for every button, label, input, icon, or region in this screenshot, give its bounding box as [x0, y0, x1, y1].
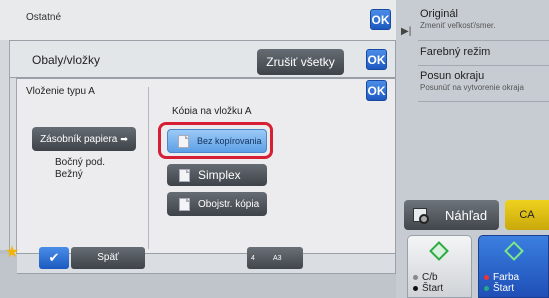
obaly-title: Obaly/vložky [32, 53, 101, 67]
paper-type: Bežný [55, 169, 83, 180]
insert-type-a-dialog: Vloženie typu A OK Zásobník papiera ➡ Bo… [17, 78, 396, 254]
bw-label-line1: C/b [422, 272, 438, 283]
tray-size: A3 [273, 255, 282, 262]
dot-icon [413, 286, 418, 291]
ok-label: OK [371, 12, 390, 27]
original-title: Originál [420, 8, 458, 20]
original-setting[interactable]: Originál Zmeniť veľkosť/smer. [418, 8, 549, 41]
margin-shift-subtitle: Posunúť na vytvorenie okraja [420, 83, 524, 92]
ostatne-title: Ostatné [26, 12, 62, 23]
margin-shift-setting[interactable]: Posun okraju Posunúť na vytvorenie okraj… [418, 70, 549, 102]
preview-label: Náhľad [445, 207, 488, 223]
tray-status: 4 A3 [247, 247, 303, 269]
original-subtitle: Zmeniť veľkosť/smer. [420, 21, 496, 30]
divider [148, 87, 149, 249]
insert-ok-button[interactable]: OK [366, 80, 387, 101]
option-no-copy-button[interactable]: Bez kopírovania [167, 129, 267, 153]
tray-info: Bočný pod. Bežný [55, 157, 105, 181]
bw-start-button[interactable]: C/b Štart [407, 235, 472, 298]
insert-title: Vloženie typu A [26, 86, 95, 97]
obaly-dialog: Obaly/vložky Zrušiť všetky OK [10, 40, 396, 78]
dialog-edge [10, 78, 17, 254]
color-label-line1: Farba [493, 272, 520, 283]
no-copy-label: Bez kopírovania [197, 136, 262, 146]
start-diamond-icon [504, 241, 524, 261]
ostatne-dialog: Ostatné OK [0, 0, 396, 42]
checkmark-icon: ✔ [48, 250, 60, 265]
blank-page-icon [178, 134, 189, 148]
bw-indicator [413, 275, 419, 297]
color-start-button[interactable]: Farba Štart [478, 235, 549, 298]
preview-button[interactable]: Náhľad [404, 200, 499, 230]
paper-tray-button[interactable]: Zásobník papiera ➡ [32, 127, 136, 151]
arrow-right-icon: ➡ [120, 133, 128, 144]
option-simplex-button[interactable]: Simplex [167, 164, 267, 186]
margin-shift-title: Posun okraju [420, 70, 485, 82]
ok-label: OK [367, 52, 386, 67]
expand-arrow-icon[interactable]: ▶| [401, 26, 411, 37]
color-start-label: Farba Štart [493, 272, 519, 294]
start-diamond-icon [429, 241, 449, 261]
tray-number: 4 [251, 255, 255, 262]
option-duplex-button[interactable]: Obojstr. kópia [167, 192, 267, 216]
bw-label-line2: Štart [422, 283, 444, 294]
dot-icon [484, 286, 489, 291]
color-mode-title: Farebný režim [420, 46, 491, 58]
simplex-page-icon [179, 168, 190, 182]
color-indicator [484, 275, 490, 297]
back-button[interactable]: Späť [71, 247, 145, 269]
ostatne-ok-button[interactable]: OK [370, 9, 391, 30]
favorite-star-icon[interactable]: ★ [3, 244, 21, 262]
color-mode-setting[interactable]: Farebný režim [418, 46, 549, 66]
obaly-ok-button[interactable]: OK [366, 49, 387, 70]
dot-icon [484, 275, 489, 280]
dialog-edge [0, 40, 10, 250]
preview-icon [413, 208, 429, 224]
duplex-label: Obojstr. kópia [198, 198, 260, 210]
clear-all-ca-button[interactable]: CA [505, 200, 549, 230]
paper-tray-label: Zásobník papiera [40, 133, 118, 145]
back-label: Späť [97, 252, 119, 263]
clear-all-button[interactable]: Zrušiť všetky [257, 49, 344, 75]
checkmark-button[interactable]: ✔ [39, 247, 69, 269]
simplex-label: Simplex [198, 168, 241, 182]
bw-start-label: C/b Štart [422, 272, 443, 294]
ok-label: OK [367, 83, 386, 98]
clear-all-label: Zrušiť všetky [266, 55, 335, 69]
dot-icon [413, 275, 418, 280]
color-label-line2: Štart [493, 283, 515, 294]
duplex-page-icon [179, 197, 190, 211]
copy-section-title: Kópia na vložku A [172, 106, 252, 114]
tray-source: Bočný pod. [55, 157, 106, 168]
ca-label: CA [519, 209, 535, 221]
